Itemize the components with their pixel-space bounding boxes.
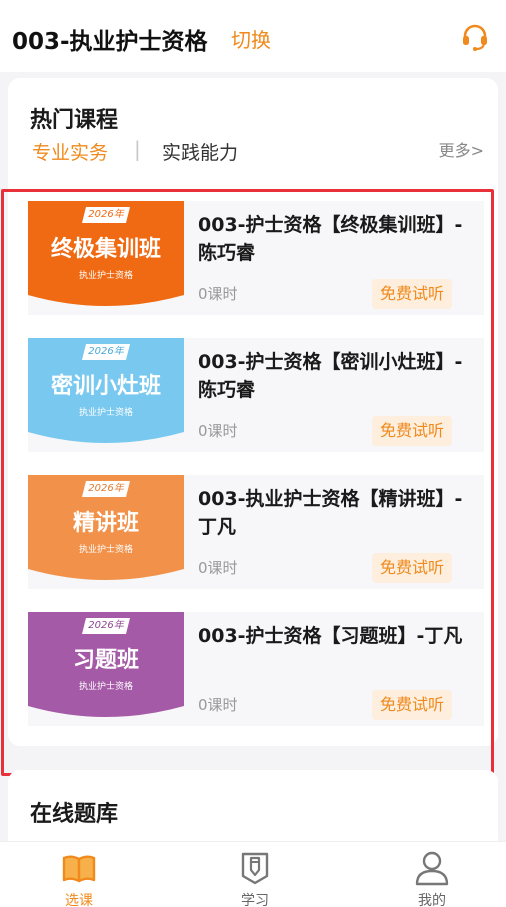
headset-icon[interactable] [460,22,490,52]
bottom-tab-bar: 选课 学习 我的 [0,841,506,907]
book-open-icon [61,850,97,886]
pencil-badge-icon [237,850,273,886]
top-header: 003-执业护士资格 切换 [0,0,506,72]
user-icon [414,850,450,886]
tab-label: 学习 [241,893,269,907]
more-link[interactable]: 更多> [439,137,484,161]
tab-professional-practice[interactable]: 专业实务 [32,138,108,165]
tab-label: 我的 [418,893,446,907]
tab-study[interactable]: 学习 [205,842,305,907]
hot-courses-title: 热门课程 [30,108,119,133]
tab-practical-ability[interactable]: 实践能力 [162,138,238,165]
highlight-box [1,189,494,776]
tab-label: 选课 [65,893,93,907]
tab-separator: | [134,137,141,161]
question-bank-title[interactable]: 在线题库 [30,796,118,828]
switch-exam-button[interactable]: 切换 [231,24,271,53]
tab-profile[interactable]: 我的 [382,842,482,907]
tab-select-course[interactable]: 选课 [29,842,129,907]
page-title: 003-执业护士资格 [12,29,208,55]
